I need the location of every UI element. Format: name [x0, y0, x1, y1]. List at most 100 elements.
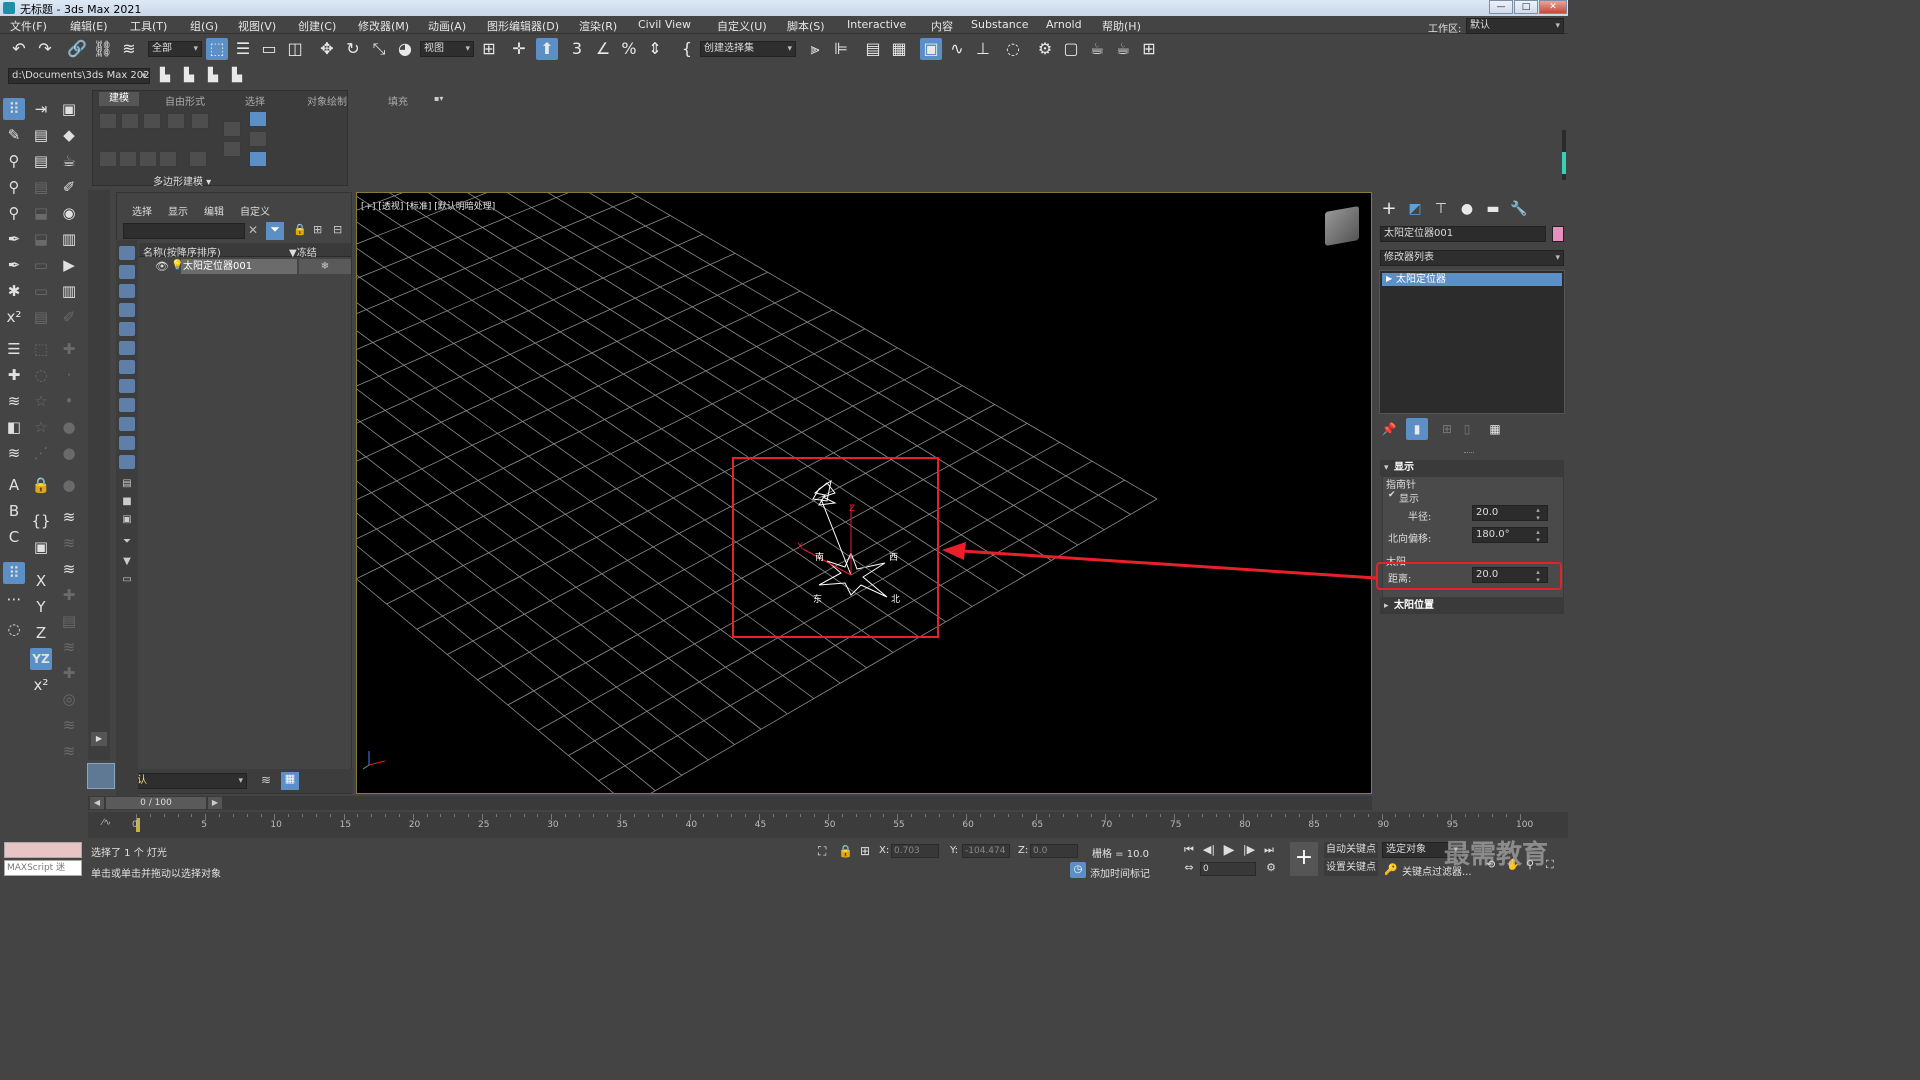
- lock-icon[interactable]: 🔒: [30, 474, 52, 496]
- ribbon-options-icon[interactable]: ▪▾: [434, 94, 452, 104]
- brace-icon[interactable]: {}: [30, 510, 52, 532]
- schematic-view-icon[interactable]: ⊥: [972, 38, 994, 60]
- object-name-cell[interactable]: 太阳定位器001: [181, 259, 297, 274]
- dotted-circle-icon[interactable]: ◌: [3, 618, 25, 640]
- time-slider[interactable]: ◀ 0 / 100 ▶: [88, 796, 1372, 810]
- ribbon-tab-object-paint[interactable]: 对象绘制: [307, 93, 347, 108]
- explorer-row[interactable]: 👁 💡 太阳定位器001 ❄: [139, 259, 351, 274]
- create-project-icon[interactable]: ▙: [202, 65, 224, 87]
- key-filter-icon[interactable]: 🔑: [1384, 863, 1398, 876]
- percent-snap-icon[interactable]: %: [618, 38, 640, 60]
- ribbon-tab-selection[interactable]: 选择: [245, 93, 265, 108]
- ribbon-button-5[interactable]: [191, 113, 209, 129]
- keyboard-shortcut-override-icon[interactable]: ⬆: [536, 38, 558, 60]
- display-all-icon[interactable]: ▤: [119, 478, 135, 492]
- column-name-header[interactable]: 名称(按降序排序): [143, 244, 221, 259]
- filter-spacewarps-icon[interactable]: [119, 341, 135, 355]
- pen-icon[interactable]: ✒: [3, 228, 25, 250]
- z-coord-field[interactable]: 0.0: [1030, 844, 1078, 858]
- clear-search-icon[interactable]: ✕: [248, 223, 262, 239]
- object-name-field[interactable]: 太阳定位器001: [1380, 226, 1546, 242]
- filter-funnel2-icon[interactable]: ▼: [119, 556, 135, 570]
- render-icon[interactable]: ▣: [58, 98, 80, 120]
- layer-dropdown[interactable]: 默认: [123, 773, 247, 789]
- modifier-stack-item[interactable]: 太阳定位器: [1382, 273, 1562, 286]
- show-checkbox-icon[interactable]: ✔: [1388, 490, 1396, 500]
- menu-content[interactable]: 内容: [931, 18, 953, 34]
- explorer-search-input[interactable]: [123, 223, 245, 239]
- configure-sets-icon[interactable]: ▦: [1484, 418, 1506, 440]
- maxscript-mini-listener[interactable]: MAXScript 迷: [4, 860, 82, 876]
- helper-icon[interactable]: ⚲: [3, 176, 25, 198]
- stack2-icon[interactable]: ≋: [58, 506, 80, 528]
- named-selection-dropdown[interactable]: 创建选择集: [700, 41, 796, 57]
- menu-create[interactable]: 创建(C): [298, 18, 336, 34]
- explorer-tab-edit[interactable]: 编辑: [204, 203, 224, 218]
- axis-x-icon[interactable]: X: [30, 570, 52, 592]
- project-folder-icon[interactable]: ▙: [154, 65, 176, 87]
- minimize-button[interactable]: —: [1489, 0, 1513, 14]
- rendered-frame-window-icon[interactable]: ▢: [1060, 38, 1082, 60]
- go-to-end-icon[interactable]: ⏭: [1260, 842, 1278, 858]
- y-coord-field[interactable]: -104.474: [962, 844, 1010, 858]
- hierarchy-icon[interactable]: ⊞: [313, 223, 327, 239]
- show-checkbox-label[interactable]: 显示: [1399, 490, 1419, 505]
- next-frame-button-icon[interactable]: |▶: [1240, 842, 1258, 858]
- redo-icon[interactable]: ↷: [34, 38, 56, 60]
- previous-frame-icon[interactable]: ◀|: [1200, 842, 1218, 858]
- toggle-scene-explorer-icon[interactable]: ▤: [862, 38, 884, 60]
- paint-icon[interactable]: ◆: [58, 124, 80, 146]
- filter-frozen-icon[interactable]: [119, 436, 135, 450]
- filter-groups-icon[interactable]: [119, 360, 135, 374]
- angle-snap-icon[interactable]: ∠: [592, 38, 614, 60]
- auto-key-button[interactable]: 自动关键点: [1324, 842, 1378, 858]
- filter-bones-icon[interactable]: [119, 398, 135, 412]
- explorer-tab-display[interactable]: 显示: [168, 203, 188, 218]
- rectangular-selection-icon[interactable]: ▭: [258, 38, 280, 60]
- text-c-icon[interactable]: C: [3, 526, 25, 548]
- ribbon-tab-populate[interactable]: 填充: [388, 93, 408, 108]
- menu-interactive[interactable]: Interactive: [847, 18, 906, 31]
- key-mode-icon[interactable]: ⇔: [1180, 860, 1198, 876]
- filter-geometry-icon[interactable]: [119, 246, 135, 260]
- current-frame-field[interactable]: 0: [1200, 862, 1256, 876]
- radius-spinner[interactable]: 20.0: [1472, 505, 1548, 522]
- viewcube-icon[interactable]: [1325, 206, 1359, 246]
- play-icon[interactable]: ▶: [1220, 842, 1238, 858]
- stack-icon[interactable]: ≋: [3, 442, 25, 464]
- pivot-center-icon[interactable]: ⊞: [478, 38, 500, 60]
- open-project-icon[interactable]: ▙: [178, 65, 200, 87]
- filter-icon[interactable]: ⏷: [266, 222, 284, 240]
- render-activeshade-icon[interactable]: ☕: [1112, 38, 1134, 60]
- project-path-dropdown[interactable]: d:\Documents\3ds Max 2021: [8, 68, 150, 84]
- menu-rendering[interactable]: 渲染(R): [579, 18, 617, 34]
- ribbon-button-11[interactable]: [223, 121, 241, 137]
- create-panel-icon[interactable]: +: [1378, 198, 1400, 220]
- menu-edit[interactable]: 编辑(E): [70, 18, 108, 34]
- display-invert-icon[interactable]: ▣: [119, 514, 135, 528]
- ribbon-tab-freeform[interactable]: 自由形式: [165, 93, 205, 108]
- workspace-dropdown[interactable]: 默认: [1466, 18, 1564, 34]
- filter-hidden-icon[interactable]: [119, 455, 135, 469]
- ribbon-button-8[interactable]: [139, 151, 157, 167]
- hierarchy-panel-icon[interactable]: ⊤: [1430, 198, 1452, 220]
- rotate-icon[interactable]: ↻: [342, 38, 364, 60]
- pen2-icon[interactable]: ✒: [3, 254, 25, 276]
- freeze-icon[interactable]: ▤: [30, 150, 52, 172]
- xyz-constraint-icon[interactable]: x²: [3, 306, 25, 328]
- filter-helpers-icon[interactable]: [119, 322, 135, 336]
- display-panel-icon[interactable]: ▬: [1482, 198, 1504, 220]
- sync-icon[interactable]: ⊟: [333, 223, 347, 239]
- link-icon[interactable]: ⚲: [3, 150, 25, 172]
- menu-help[interactable]: 帮助(H): [1102, 18, 1141, 34]
- ribbon-button-1[interactable]: [99, 113, 117, 129]
- modifier-list-dropdown[interactable]: 修改器列表: [1380, 250, 1564, 266]
- move-icon[interactable]: ✥: [316, 38, 338, 60]
- ribbon-button-12[interactable]: [223, 141, 241, 157]
- prev-frame-icon[interactable]: ◀: [90, 797, 104, 809]
- filter-shapes-icon[interactable]: [119, 265, 135, 279]
- window-crossing-icon[interactable]: ◫: [284, 38, 306, 60]
- ribbon-button-15[interactable]: [249, 151, 267, 167]
- x-coord-field[interactable]: 0.703: [891, 844, 939, 858]
- frozen-cell-icon[interactable]: ❄: [299, 259, 351, 274]
